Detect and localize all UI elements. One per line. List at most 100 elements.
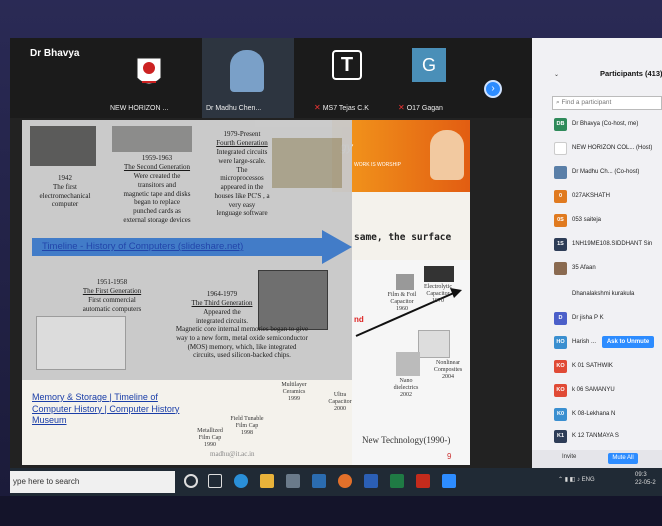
acrobat-icon[interactable] <box>416 474 430 488</box>
component-label: Multilayer Ceramics 1999 <box>281 382 307 403</box>
participant-row[interactable]: K1 K 12 TANMAYA S <box>554 430 662 446</box>
zoom-icon[interactable] <box>442 474 456 488</box>
shared-slide: gy WORK IS WORSHIP 1942 The first electr… <box>22 120 470 465</box>
avatar: 0S <box>554 214 567 227</box>
slide-number: 9 <box>447 452 452 461</box>
avatar: KO <box>554 384 567 397</box>
muted-mic-icon: ✕ <box>398 103 405 112</box>
chevron-down-icon[interactable]: ⌄ <box>554 71 559 78</box>
avatar <box>554 166 567 179</box>
banner-motto: WORK IS WORSHIP <box>354 162 401 168</box>
component-label: Nonlinear Composites 2004 <box>433 360 463 381</box>
taskbar-clock[interactable]: 09:3 22-05-2 <box>635 472 656 488</box>
chrome-icon[interactable] <box>338 474 352 488</box>
college-logo-icon <box>136 57 162 85</box>
avatar: K0 <box>554 408 567 421</box>
participant-row[interactable]: K0 K 08-Lekhana N <box>554 408 662 424</box>
participant-video-thumbnail <box>230 50 264 92</box>
second-gen-desc: Were created the transitors and magnetic… <box>123 172 191 224</box>
first-gen-years: 1951-1958 <box>96 278 128 286</box>
participants-panel: ⌄ Participants (413) ⌕ Find a participan… <box>532 38 662 468</box>
system-tray[interactable]: ⌃ ▮ ◧ ♪ ENG <box>558 476 595 483</box>
college-logo-icon <box>554 142 567 155</box>
participant-row[interactable]: KO k 06 SAMANYU <box>554 384 662 400</box>
participant-row[interactable]: DB Dr Bhavya (Co-host, me) <box>554 118 662 134</box>
tile-label: ✕ O17 Gagan <box>398 103 443 112</box>
avatar: DB <box>554 118 567 131</box>
chevron-right-icon[interactable]: › <box>484 80 502 98</box>
computer-photo-1942 <box>30 126 96 166</box>
tile-label: ✕ MS7 Tejas C.K <box>314 103 369 112</box>
participant-row[interactable]: HO Harish ... <box>554 336 602 352</box>
avatar <box>554 262 567 275</box>
video-strip: Dr Bhavya NEW HORIZON ... Dr Madhu Chen.… <box>10 38 532 118</box>
third-gen-years: 1964-1979 <box>206 290 238 298</box>
memory-storage-link[interactable]: Memory & Storage | Timeline of Computer … <box>32 392 182 427</box>
tray-icons: ⌃ ▮ ◧ ♪ <box>558 477 582 483</box>
participant-row[interactable]: D Dr jisha P K <box>554 312 662 328</box>
participant-row[interactable]: Dhanalakshmi kurakula <box>554 288 662 304</box>
language-indicator: ENG <box>581 477 595 483</box>
microprocessor-photo <box>272 138 342 188</box>
magnetic-core-text: Magnetic core internal memories began to… <box>175 325 309 360</box>
avatar: HO <box>554 336 567 349</box>
new-technology-caption: New Technology(1990-) <box>362 435 451 445</box>
second-gen-years: 1959-1963 <box>141 154 173 162</box>
participant-row[interactable]: Dr Madhu Ch... (Co-host) <box>554 166 662 182</box>
portrait-image <box>430 130 464 180</box>
gen-1942-text: 1942 The first electromechanical compute… <box>39 174 91 209</box>
fourth-gen-desc: Integrated circuits were large-scale. Th… <box>214 148 270 218</box>
presenter-email: madhu@it.ac.in <box>210 450 255 458</box>
avatar: T <box>332 50 362 80</box>
monitor-bezel <box>0 496 662 526</box>
task-view-icon[interactable] <box>208 474 222 488</box>
tile-label: NEW HORIZON ... <box>110 105 169 112</box>
participant-row[interactable]: 1S 1NH19ME108.SIDDHANT Sin <box>554 238 662 254</box>
cortana-icon[interactable] <box>184 474 198 488</box>
participants-title: Participants (413) <box>600 69 662 78</box>
avatar: D <box>554 312 567 325</box>
component-photo <box>418 330 450 358</box>
mail-icon[interactable] <box>312 474 326 488</box>
word-icon[interactable] <box>364 474 378 488</box>
component-label: Ultra Capacitor 2000 <box>328 392 352 413</box>
component-label: Electrolytic Capacitor 1970 <box>424 284 452 305</box>
muted-mic-icon: ✕ <box>314 103 321 112</box>
avatar: 1S <box>554 238 567 251</box>
video-tile-madhu[interactable]: Dr Madhu Chen... <box>202 38 294 118</box>
video-tile-gagan[interactable]: G ✕ O17 Gagan <box>394 38 474 118</box>
participant-row[interactable]: KO K 01 SATHWIK <box>554 360 662 376</box>
store-icon[interactable] <box>286 474 300 488</box>
avatar: 0 <box>554 190 567 203</box>
participant-row[interactable]: NEW HORIZON COL... (Host) <box>554 142 662 158</box>
video-tile-new-horizon[interactable]: NEW HORIZON ... <box>106 38 186 118</box>
avatar: K1 <box>554 430 567 443</box>
timeline-link[interactable]: Timeline - History of Computers (slidesh… <box>42 241 243 252</box>
transistor-photo <box>112 126 192 152</box>
fourth-gen-years: 1979-Present <box>223 130 261 138</box>
orange-banner: gy WORK IS WORSHIP <box>332 120 470 192</box>
component-photo <box>424 266 454 282</box>
component-photo <box>396 352 420 376</box>
active-speaker-name: Dr Bhavya <box>30 48 80 59</box>
participant-search-input[interactable]: ⌕ Find a participant <box>552 96 662 110</box>
edge-icon[interactable] <box>234 474 248 488</box>
component-label: Metallized Film Cap 1990 <box>197 428 223 449</box>
video-tile-tejas[interactable]: T ✕ MS7 Tejas C.K <box>310 38 390 118</box>
first-gen-title: The First Generation <box>82 287 142 295</box>
participant-row[interactable]: 0 027AKSHATH <box>554 190 662 206</box>
ask-to-unmute-button[interactable]: Ask to Unmute <box>602 336 654 348</box>
component-label: Film & Foil Capacitor 1960 <box>387 292 417 313</box>
file-explorer-icon[interactable] <box>260 474 274 488</box>
slide-body-text: same, the surface <box>354 232 452 243</box>
taskbar-search-input[interactable]: ype here to search <box>10 471 175 493</box>
invite-button[interactable]: Invite <box>562 454 576 460</box>
third-gen-title: The Third Generation <box>191 299 253 307</box>
excel-icon[interactable] <box>390 474 404 488</box>
tile-label: Dr Madhu Chen... <box>206 105 262 112</box>
second-gen-title: The Second Generation <box>123 163 191 171</box>
mute-all-button[interactable]: Mute All <box>608 453 638 464</box>
participant-row[interactable]: 35 Afaan <box>554 262 662 278</box>
avatar: KO <box>554 360 567 373</box>
participant-row[interactable]: 0S 053 saiteja <box>554 214 662 230</box>
